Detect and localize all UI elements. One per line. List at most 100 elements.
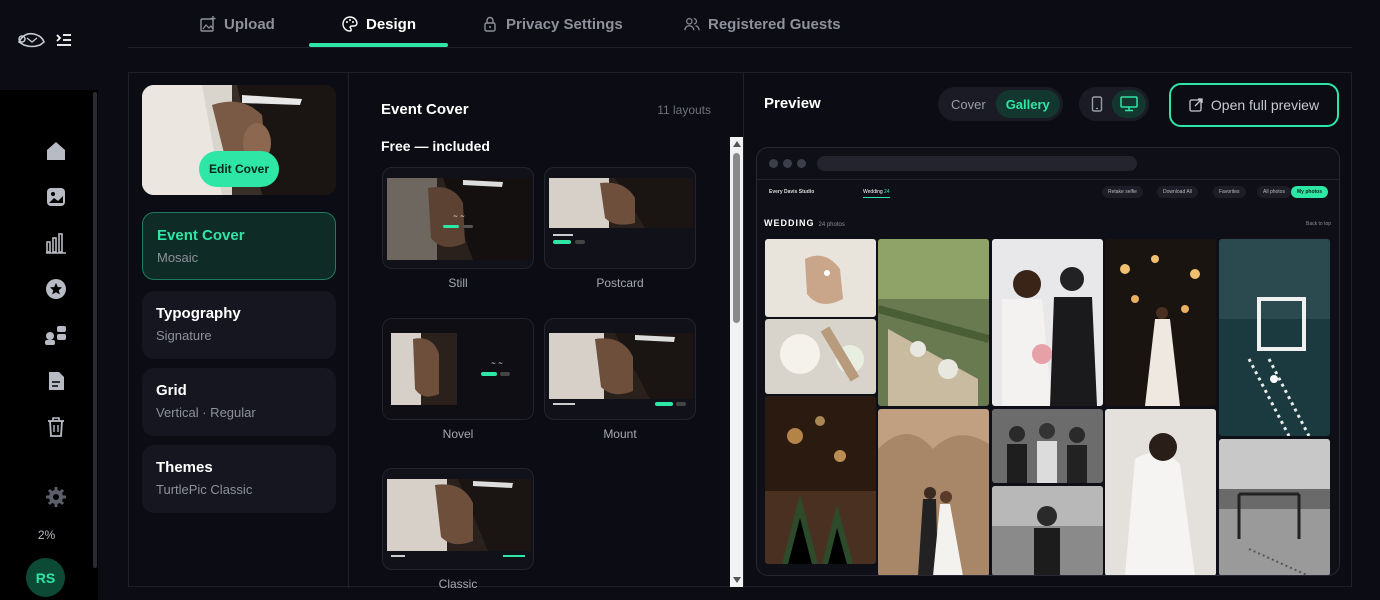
avatar[interactable]: RS [26,558,65,597]
gallery-photo [1105,409,1216,575]
gallery-photo [878,409,989,575]
mobile-icon [1091,96,1103,112]
gallery-photo [765,396,876,564]
trash-icon[interactable] [44,415,68,439]
layout-card-postcard[interactable] [544,167,696,269]
turtle-logo-icon[interactable] [16,28,48,52]
open-full-preview-label: Open full preview [1210,97,1320,113]
lock-icon [484,16,496,32]
svg-text:~ ~: ~ ~ [453,213,465,220]
gallery-photo [992,409,1103,483]
setting-card-subtitle: Signature [156,328,212,343]
gallery-section-heading: WEDDING 24 photos [764,218,845,228]
storage-percent: 2% [37,528,56,542]
sidebar-header [0,0,98,90]
device-toggle [1079,87,1149,121]
setting-card-typography[interactable]: Typography Signature [142,291,336,359]
desktop-device-button[interactable] [1112,90,1146,118]
setting-card-event-cover[interactable]: Event Cover Mosaic [142,212,336,280]
site-favorites: Favorites [1213,186,1246,198]
home-icon[interactable] [44,139,68,163]
design-panel: Edit Cover Event Cover Mosaic Typography… [128,72,1353,591]
layout-card-mount[interactable] [544,318,696,420]
active-tab-indicator [309,43,448,47]
layout-still-preview: ~ ~ [387,178,531,260]
users-icon [684,18,700,31]
browser-bar [757,148,1339,180]
site-my-photos: My photos [1291,186,1328,198]
setting-card-themes[interactable]: Themes TurtlePic Classic [142,445,336,513]
scroll-down-arrow-icon[interactable] [733,577,741,583]
browser-dot-icon [797,159,806,168]
collapse-sidebar-icon[interactable] [55,32,73,48]
tab-upload-label: Upload [224,15,275,33]
scrollbar-thumb[interactable] [733,153,740,323]
desktop-icon [1120,96,1138,112]
layout-card-novel[interactable]: ~ ~ [382,318,534,420]
site-all-photos: All photos [1257,186,1291,198]
tab-registered-guests[interactable]: Registered Guests [684,0,841,48]
setting-card-subtitle: TurtlePic Classic [156,482,253,497]
chart-icon[interactable] [44,231,68,255]
settings-icon[interactable] [44,485,68,509]
layout-card-classic[interactable] [382,468,534,570]
tab-guests-label: Registered Guests [708,15,841,33]
gallery-photo [1219,239,1330,436]
gallery-photo [992,239,1103,406]
preview-mode-toggle: Cover Gallery [938,87,1063,121]
cover-thumbnail[interactable]: Edit Cover [142,85,336,195]
people-icon[interactable] [44,323,68,347]
tab-upload[interactable]: Upload [200,0,275,48]
preview-title: Preview [764,95,821,112]
site-tab-wedding: Wedding 24 [863,189,890,198]
mobile-device-button[interactable] [1082,90,1112,118]
design-settings-column: Edit Cover Event Cover Mosaic Typography… [129,73,349,588]
layout-postcard-preview [549,178,693,244]
browser-dot-icon [783,159,792,168]
setting-card-subtitle: Mosaic [157,250,199,265]
back-to-top-link: Back to top [1305,221,1331,227]
top-tabs: Upload Design Privacy Settings Registere… [128,0,1352,48]
gallery-section-title: WEDDING [764,218,815,228]
tab-design[interactable]: Design [342,0,416,48]
gallery-photo [1219,439,1330,575]
layout-mount-preview [549,333,693,406]
setting-card-title: Grid [156,382,187,399]
layouts-title: Event Cover [381,101,469,118]
sidebar-scrollbar[interactable] [93,92,97,568]
open-full-preview-button[interactable]: Open full preview [1169,83,1339,127]
site-download-all: Download All [1157,186,1198,198]
layout-card-still[interactable]: ~ ~ [382,167,534,269]
browser-dot-icon [769,159,778,168]
setting-card-grid[interactable]: Grid Vertical · Regular [142,368,336,436]
layouts-column: Event Cover 11 layouts Free — included ~… [349,73,744,591]
preview-column: Preview Cover Gallery Open full preview [744,73,1353,588]
gallery-photo [878,239,989,406]
external-link-icon [1189,98,1203,112]
setting-card-subtitle: Vertical · Regular [156,405,256,420]
gallery-photo [765,239,876,317]
mode-cover-button[interactable]: Cover [941,90,996,118]
setting-card-title: Typography [156,305,241,322]
layouts-section-heading: Free — included [381,138,490,154]
setting-card-title: Themes [156,459,213,476]
scroll-up-arrow-icon[interactable] [733,141,741,147]
gallery-photo [765,319,876,394]
image-icon[interactable] [44,185,68,209]
layout-classic-preview [387,479,531,557]
mode-gallery-button[interactable]: Gallery [995,90,1060,118]
edit-cover-button[interactable]: Edit Cover [199,151,279,187]
layouts-count: 11 layouts [657,103,711,117]
layout-name-mount: Mount [603,427,637,441]
layout-name-postcard: Postcard [596,276,644,290]
tab-privacy-label: Privacy Settings [506,15,623,33]
setting-card-title: Event Cover [157,227,245,244]
star-icon[interactable] [44,277,68,301]
tab-privacy-settings[interactable]: Privacy Settings [482,0,623,48]
layouts-scrollbar[interactable] [730,137,743,587]
palette-icon [342,16,358,32]
document-icon[interactable] [44,369,68,393]
gallery-photo [1105,239,1216,406]
sidebar: 2% RS [0,0,98,600]
gallery-photo [992,486,1103,575]
